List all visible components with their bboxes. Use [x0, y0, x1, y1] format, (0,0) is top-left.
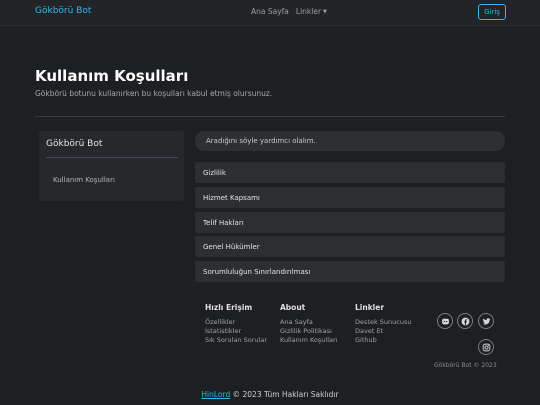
sidebar-card: Gökbörü Bot Kullanım Koşulları	[39, 131, 184, 201]
nav-link-links-label: Linkler	[295, 7, 322, 16]
footer-link[interactable]: İstatistikler	[205, 327, 267, 336]
page-subtitle: Gökbörü botunu kullanırken bu koşulları …	[35, 89, 273, 98]
sidebar-title: Gökbörü Bot	[46, 139, 103, 149]
footer-column-links: Linkler Destek Sunucusu Davet Et Github	[355, 303, 411, 345]
facebook-icon[interactable]	[457, 313, 473, 329]
page-title: Kullanım Koşulları	[35, 67, 189, 85]
nav-link-links-dropdown[interactable]: Linkler ▼	[296, 7, 327, 16]
footer-column-about: About Ana Sayfa Gizlilik Politikası Kull…	[280, 303, 337, 345]
footer-column-title: About	[280, 303, 306, 312]
footer-link[interactable]: Davet Et	[355, 327, 411, 336]
copyright-text: © 2023 Tüm Hakları Saklıdır	[230, 390, 339, 399]
accordion-item-copyright[interactable]: Telif Hakları	[195, 212, 505, 233]
footer-column-title: Hızlı Erişim	[205, 303, 253, 312]
brand-logo[interactable]: Gökbörü Bot	[35, 6, 91, 16]
caret-down-icon: ▼	[323, 8, 327, 15]
footer-link[interactable]: Sık Sorulan Sorular	[205, 336, 267, 345]
search-input[interactable]: Aradığını söyle yardımcı olalım.	[195, 131, 505, 151]
footer-link[interactable]: Destek Sunucusu	[355, 318, 411, 327]
instagram-icon[interactable]	[478, 339, 494, 355]
accordion-item-liability[interactable]: Sorumluluğun Sınırlandırılması	[195, 261, 505, 282]
navbar: Gökbörü Bot Ana Sayfa Linkler ▼ Giriş	[0, 0, 540, 26]
sidebar-item-terms[interactable]: Kullanım Koşulları	[53, 176, 115, 184]
footer-link[interactable]: Ana Sayfa	[280, 318, 337, 327]
footer-link[interactable]: Github	[355, 336, 411, 345]
footer-link[interactable]: Özellikler	[205, 318, 267, 327]
nav-links: Ana Sayfa Linkler ▼	[251, 7, 327, 16]
accordion-item-general[interactable]: Genel Hükümler	[195, 236, 505, 257]
divider	[35, 116, 505, 117]
footer-link[interactable]: Gizlilik Politikası	[280, 327, 337, 336]
footer-copyright-small: Gökbörü Bot © 2023	[434, 362, 497, 369]
bottom-copyright: HinLord © 2023 Tüm Hakları Saklıdır	[0, 390, 540, 399]
author-link[interactable]: HinLord	[201, 390, 230, 399]
twitter-icon[interactable]	[478, 313, 494, 329]
sidebar-divider	[46, 157, 178, 158]
footer-link[interactable]: Kullanım Koşulları	[280, 336, 337, 345]
accordion-item-scope[interactable]: Hizmet Kapsamı	[195, 187, 505, 208]
accordion-item-privacy[interactable]: Gizlilik	[195, 162, 505, 183]
footer-column-title: Linkler	[355, 303, 385, 312]
nav-link-home[interactable]: Ana Sayfa	[251, 7, 289, 16]
hero-section: Kullanım Koşulları Gökbörü botunu kullan…	[0, 27, 540, 127]
login-button[interactable]: Giriş	[478, 4, 506, 20]
discord-icon[interactable]	[437, 313, 453, 329]
footer-column-quick-access: Hızlı Erişim Özellikler İstatistikler Sı…	[205, 303, 267, 345]
